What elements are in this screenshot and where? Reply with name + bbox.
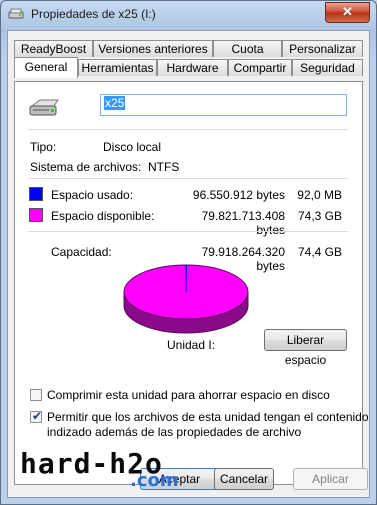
tab-general[interactable]: General [14,57,78,78]
free-space-bytes: 79.821.713.408 bytes [201,209,285,237]
volume-name-field[interactable]: x25 [100,94,347,116]
cancel-button[interactable]: Cancelar [214,468,274,490]
compress-drive-label: Comprimir esta unidad para ahorrar espac… [47,388,330,402]
volume-name-text: x25 [104,96,126,110]
disk-cleanup-button[interactable]: Liberar espacio [264,329,347,367]
tab-cuota[interactable]: Cuota [213,40,282,57]
index-content-label-line2: indizado además de las propiedades de ar… [47,425,302,439]
tab-seguridad[interactable]: Seguridad [292,59,363,76]
close-button[interactable]: ✕ [325,2,370,23]
free-space-label: Espacio disponible: [51,209,155,223]
filesystem-value: NTFS [148,160,180,174]
tab-personalizar[interactable]: Personalizar [282,40,363,57]
type-value: Disco local [103,140,162,154]
checkmark-icon: ✔ [32,409,43,423]
capacity-label: Capacidad: [51,245,112,259]
title-bar[interactable]: Propiedades de x25 (I:) ✕ [1,1,376,29]
index-content-checkbox[interactable]: ✔ [30,409,43,423]
window-title: Propiedades de x25 (I:) [31,7,156,21]
used-space-swatch [29,187,43,201]
apply-button: Aplicar [293,468,368,490]
compress-drive-checkbox[interactable] [30,389,42,401]
watermark-domain: .com [130,470,179,491]
capacity-short: 74,4 GB [297,245,342,259]
tab-compartir[interactable]: Compartir [228,59,292,76]
disk-usage-pie-chart [123,264,249,334]
tab-versiones-anteriores[interactable]: Versiones anteriores [93,40,213,57]
used-space-short: 92,0 MB [297,188,342,202]
separator [28,129,348,130]
used-space-label: Espacio usado: [51,188,134,202]
drive-title-icon [8,8,24,19]
filesystem-label: Sistema de archivos: [30,160,142,174]
separator [28,231,348,232]
hard-drive-icon [29,99,59,116]
free-space-swatch [29,208,43,222]
index-content-label-line1: Permitir que los archivos de esta unidad… [47,410,369,424]
tab-readyboost[interactable]: ReadyBoost [14,40,93,57]
tab-hardware[interactable]: Hardware [157,59,228,76]
drive-letter-label: Unidad I: [167,338,216,352]
used-space-bytes: 96.550.912 bytes [192,188,285,202]
free-space-short: 74,3 GB [297,209,342,223]
tab-herramientas[interactable]: Herramientas [78,59,157,76]
separator [28,178,348,179]
type-label: Tipo: [30,140,57,154]
